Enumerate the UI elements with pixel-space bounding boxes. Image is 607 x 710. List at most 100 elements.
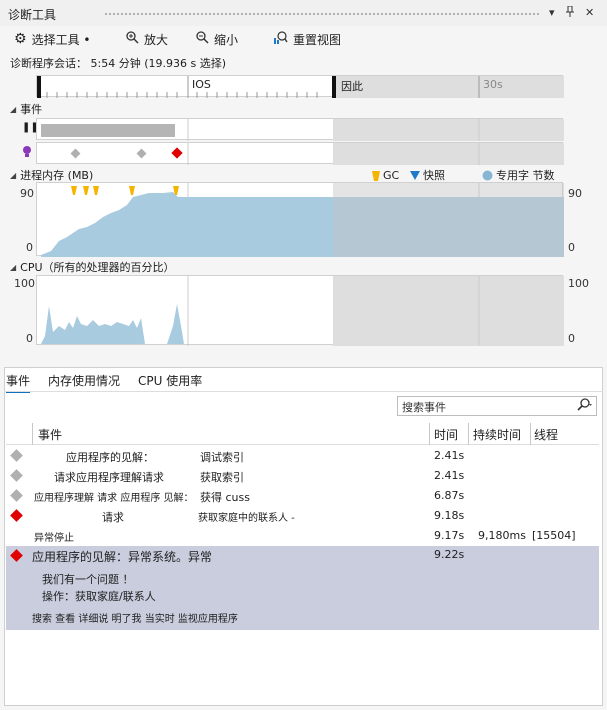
ruler-label-ios: IOS <box>192 78 211 91</box>
cpu-axis-min-right: 0 <box>568 332 575 345</box>
memory-axis-max-right: 90 <box>568 187 582 200</box>
selected-event-message: 我们有一个问题 ！ <box>42 573 134 586</box>
events-section-title: 事件 <box>20 103 43 116</box>
event-duration: 9,180ms <box>478 529 526 542</box>
table-row[interactable]: 应用程序的见解： 调试索引 2.41s <box>6 446 599 466</box>
ruler-label-therefore: 因此 <box>341 80 363 93</box>
gear-icon: ⚙ <box>14 31 27 47</box>
zoom-in-icon <box>126 31 139 47</box>
reset-view-icon <box>274 31 288 47</box>
memory-axis-min: 0 <box>26 241 33 254</box>
drag-grip[interactable] <box>104 12 540 16</box>
memory-section-title: 进程内存 (MB) <box>20 169 94 182</box>
zoom-out-icon <box>196 31 209 47</box>
break-event-icon <box>10 509 23 522</box>
event-time: 2.41s <box>434 469 465 482</box>
details-tabs: 事件 内存使用情况 CPU 使用率 <box>6 372 202 393</box>
selected-event-row[interactable]: 应用程序的见解：异常系统。异常 9.22s 我们有一个问题 ！ 操作：获取家庭/… <box>6 546 599 630</box>
legend-gc-label: GC <box>383 169 400 182</box>
legend-private-label: 专用字 节数 <box>496 169 555 182</box>
event-detail: 获得 cuss <box>200 491 250 504</box>
event-text: 请求应用程序理解请求 <box>54 471 164 484</box>
gc-icon <box>372 170 380 181</box>
col-header-duration[interactable]: 持续时间 <box>473 426 521 443</box>
event-detail: 调试索引 <box>200 451 244 464</box>
gc-marker <box>71 186 77 195</box>
gc-marker <box>129 186 135 195</box>
select-tool-button[interactable]: ⚙ 选择工具 • <box>14 30 90 48</box>
event-text: 应用程序的见解： <box>66 451 154 464</box>
gc-marker <box>83 186 89 195</box>
tab-divider <box>4 391 603 392</box>
table-row[interactable]: 异常停止 9.17s 9,180ms [15504] <box>6 526 599 546</box>
zoom-in-button[interactable]: 放大 <box>126 30 168 48</box>
lightbulb-icon <box>22 145 32 162</box>
col-header-event[interactable]: 事件 <box>38 426 62 443</box>
reset-view-button[interactable]: 重置视图 <box>274 30 341 48</box>
event-text: 应用程序理解 请求 应用程序 见解： <box>34 493 194 504</box>
collapse-icon: ◢ <box>10 262 17 272</box>
col-header-time[interactable]: 时间 <box>434 426 458 443</box>
select-tool-label: 选择工具 • <box>31 32 91 47</box>
table-row[interactable]: 请求 获取家庭中的联系人 - 9.18s <box>6 506 599 526</box>
reset-view-label: 重置视图 <box>293 32 342 47</box>
search-icon[interactable] <box>576 398 592 415</box>
legend-snapshot: 快照 <box>410 167 445 183</box>
private-bytes-icon <box>482 170 493 180</box>
legend-snapshot-label: 快照 <box>423 169 445 182</box>
cpu-section-header[interactable]: ◢ CPU（所有的处理器的百分比） <box>10 259 175 275</box>
event-thread: [15504] <box>532 529 576 542</box>
zoom-out-button[interactable]: 缩小 <box>196 30 238 48</box>
break-event-icon <box>10 549 23 562</box>
memory-axis-max: 90 <box>20 187 34 200</box>
window-title: 诊断工具 <box>8 8 57 22</box>
event-text: 异常停止 <box>34 533 74 544</box>
cpu-area <box>41 304 184 344</box>
tab-events[interactable]: 事件 <box>6 372 31 393</box>
event-time: 9.17s <box>434 529 465 542</box>
event-marker <box>136 148 147 159</box>
selected-event-operation: 操作：获取家庭/联系人 <box>42 590 156 603</box>
event-marker <box>70 148 81 159</box>
cpu-axis-max-right: 100 <box>568 277 589 290</box>
legend-private-bytes: 专用字 节数 <box>482 167 555 183</box>
zoom-out-label: 缩小 <box>214 32 239 47</box>
snapshot-icon <box>410 170 420 180</box>
event-time: 9.18s <box>434 509 465 522</box>
cpu-chart[interactable] <box>36 275 564 346</box>
info-event-icon <box>10 449 23 462</box>
legend-gc: GC <box>372 169 399 182</box>
info-event-icon <box>10 489 23 502</box>
insights-track[interactable] <box>36 142 564 165</box>
cpu-axis-min: 0 <box>26 332 33 345</box>
break-event-marker <box>171 147 183 159</box>
timeline-ruler[interactable]: IOS 因此 30s <box>36 75 564 98</box>
table-row[interactable]: 请求应用程序理解请求 获取索引 2.41s <box>6 466 599 486</box>
table-row[interactable]: 应用程序理解 请求 应用程序 见解： 获得 cuss 6.87s <box>6 486 599 506</box>
event-text: 请求 <box>102 511 124 524</box>
zoom-in-label: 放大 <box>144 32 169 47</box>
col-header-thread[interactable]: 线程 <box>534 426 558 443</box>
search-placeholder: 搜索事件 <box>402 401 446 414</box>
selected-event-links[interactable]: 搜索 查看 详细说 明了我 当实时 监视应用程序 <box>32 610 238 625</box>
pin-icon[interactable] <box>565 5 575 21</box>
memory-chart[interactable] <box>36 182 564 257</box>
tab-cpu-usage[interactable]: CPU 使用率 <box>138 372 202 393</box>
search-events-input[interactable]: 搜索事件 <box>397 396 597 416</box>
cpu-axis-max: 100 <box>14 277 35 290</box>
dropdown-icon[interactable]: ▾ <box>549 6 555 19</box>
close-icon[interactable]: ✕ <box>585 6 594 19</box>
info-event-icon <box>10 469 23 482</box>
events-section-header[interactable]: ◢ 事件 <box>10 101 42 117</box>
memory-section-header[interactable]: ◢ 进程内存 (MB) <box>10 167 93 183</box>
tab-memory-usage[interactable]: 内存使用情况 <box>48 372 120 393</box>
session-info: 诊断程序会话： 5:54 分钟 (19.936 s 选择) <box>10 57 226 70</box>
event-time: 2.41s <box>434 449 465 462</box>
event-time: 6.87s <box>434 489 465 502</box>
memory-axis-min-right: 0 <box>568 241 575 254</box>
table-header: 事件 时间 持续时间 线程 <box>6 423 599 445</box>
selected-event-time: 9.22s <box>434 548 465 561</box>
event-detail: 获取索引 <box>200 471 244 484</box>
selected-event-title: 应用程序的见解：异常系统。异常 <box>32 550 213 564</box>
break-track[interactable] <box>36 118 564 141</box>
